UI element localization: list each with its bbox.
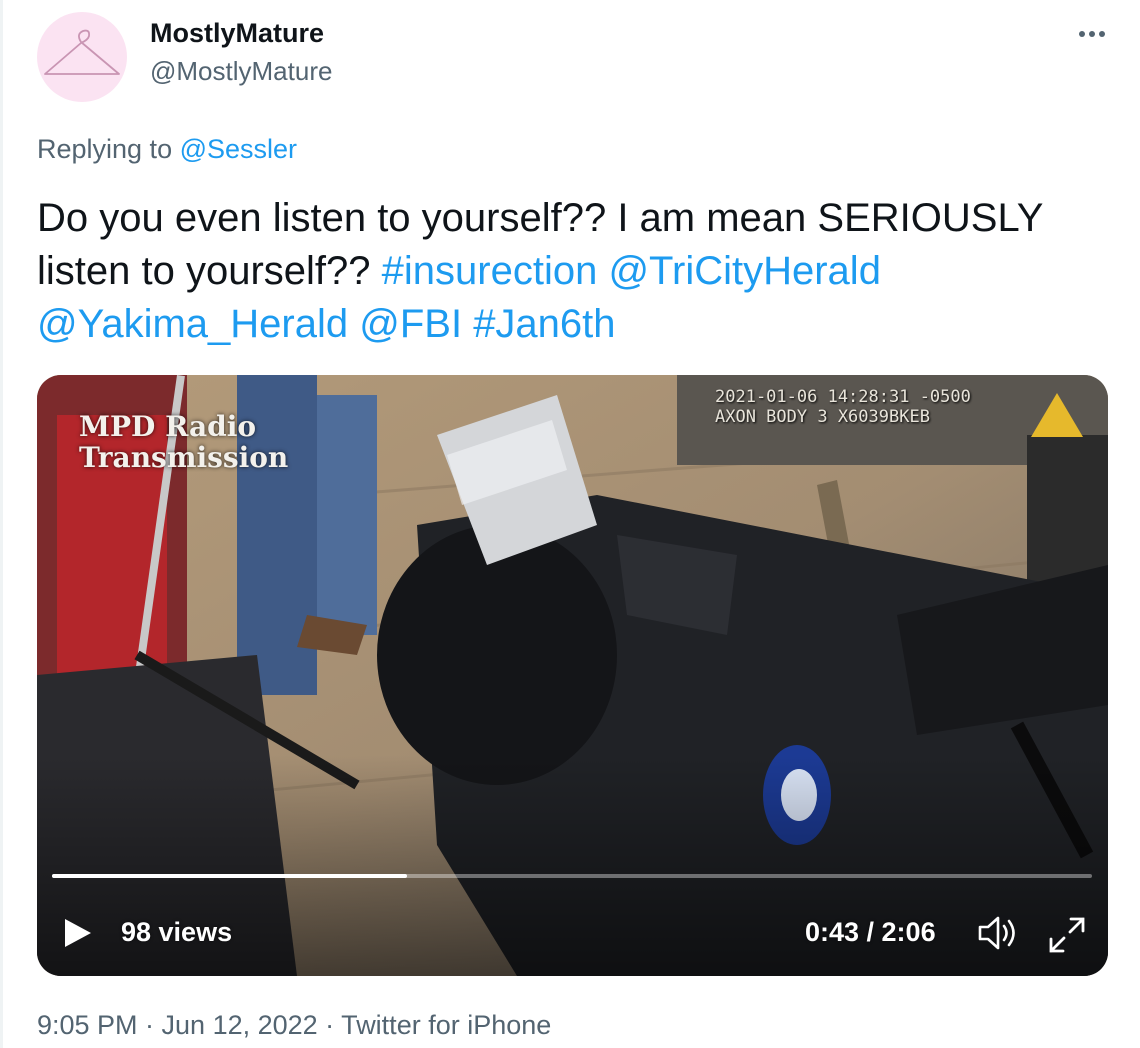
tweet-timestamp[interactable]: 9:05 PM · Jun 12, 2022 · Twitter for iPh… [37, 1010, 551, 1041]
play-icon[interactable] [59, 913, 95, 953]
overlay-title-line1: MPD Radio [79, 410, 257, 443]
video-time: 0:43 / 2:06 [805, 917, 936, 947]
reply-mention-link[interactable]: @Sessler [180, 134, 297, 164]
view-count: 98 views [121, 917, 233, 947]
hashtag-jan6th[interactable]: #Jan6th [473, 302, 615, 346]
video-overlay-title: MPD Radio Transmission [79, 411, 288, 473]
author-name[interactable]: MostlyMature [150, 18, 324, 49]
hashtag-insurection[interactable]: #insurection [382, 249, 598, 293]
progress-fill [52, 874, 407, 878]
fullscreen-icon[interactable] [1045, 913, 1089, 957]
hanger-icon [44, 29, 120, 75]
author-handle[interactable]: @MostlyMature [150, 56, 332, 87]
volume-icon[interactable] [976, 913, 1020, 953]
bodycam-timestamp: 2021-01-06 14:28:31 -0500 [715, 387, 971, 407]
replying-to-label: Replying to [37, 134, 173, 164]
bodycam-stamp: 2021-01-06 14:28:31 -0500 AXON BODY 3 X6… [715, 387, 971, 427]
mention-fbi[interactable]: @FBI [359, 302, 462, 346]
avatar[interactable] [37, 12, 127, 102]
mention-yakima-herald[interactable]: @Yakima_Herald [37, 302, 348, 346]
video-player[interactable]: MPD Radio Transmission 2021-01-06 14:28:… [37, 375, 1108, 976]
replying-to: Replying to @Sessler [37, 134, 297, 165]
bodycam-device: AXON BODY 3 X6039BKEB [715, 407, 930, 427]
tweet-text: Do you even listen to yourself?? I am me… [37, 192, 1122, 351]
overlay-title-line2: Transmission [79, 441, 289, 474]
mention-tricityherald[interactable]: @TriCityHerald [608, 249, 880, 293]
more-icon[interactable] [1074, 16, 1110, 52]
timeline-border [0, 0, 3, 1048]
